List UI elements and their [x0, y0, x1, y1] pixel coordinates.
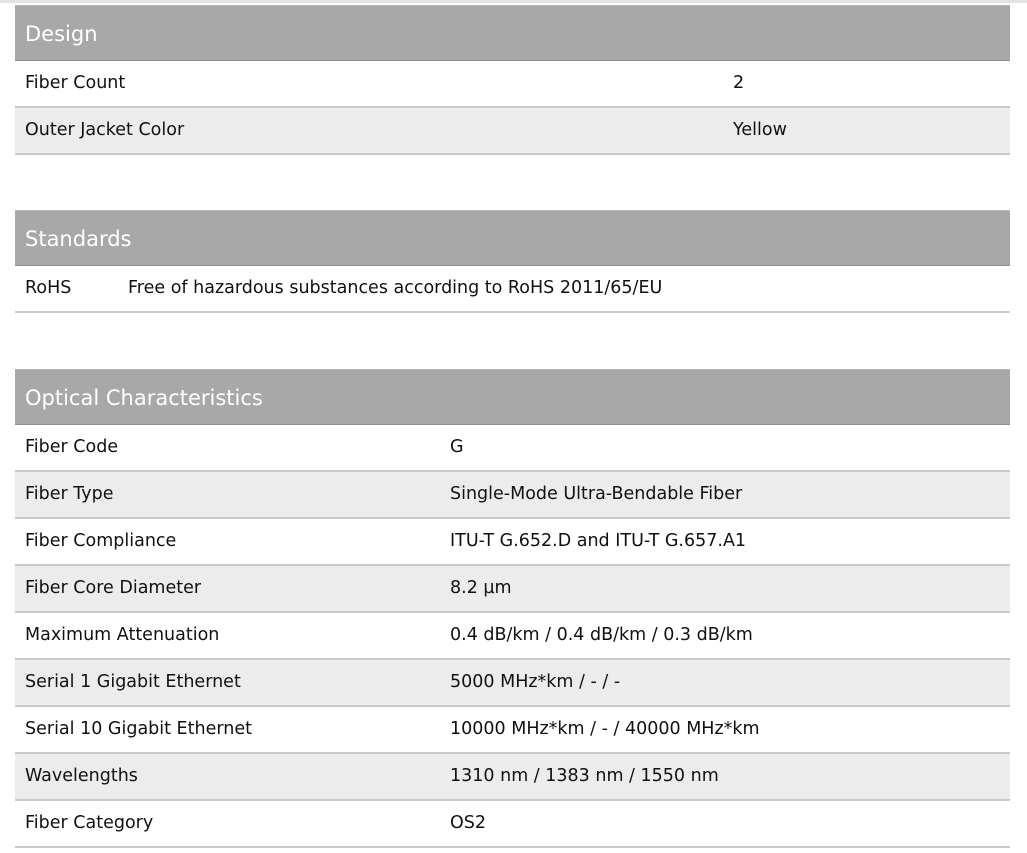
row-value: OS2 — [450, 813, 487, 833]
row-label: Fiber Compliance — [25, 531, 177, 551]
table-row: Fiber Count 2 — [15, 61, 1010, 108]
row-value: Yellow — [733, 120, 787, 140]
row-label: Fiber Count — [25, 73, 126, 93]
row-value: Single-Mode Ultra-Bendable Fiber — [450, 484, 743, 504]
row-value: 8.2 µm — [450, 578, 512, 598]
section-header-optical: Optical Characteristics — [15, 369, 1010, 425]
row-label: Fiber Code — [25, 437, 119, 457]
table-row: Maximum Attenuation 0.4 dB/km / 0.4 dB/k… — [15, 613, 1010, 660]
row-label: Serial 10 Gigabit Ethernet — [25, 719, 252, 739]
row-label: RoHS — [25, 278, 72, 298]
row-label: Outer Jacket Color — [25, 120, 185, 140]
table-row: RoHS Free of hazardous substances accord… — [15, 266, 1010, 313]
section-header-standards: Standards — [15, 210, 1010, 266]
row-value: 5000 MHz*km / - / - — [450, 672, 621, 692]
row-value: ITU-T G.652.D and ITU-T G.657.A1 — [450, 531, 747, 551]
row-label: Maximum Attenuation — [25, 625, 220, 645]
top-divider — [0, 0, 1027, 3]
row-value: Free of hazardous substances according t… — [128, 278, 663, 298]
row-label: Serial 1 Gigabit Ethernet — [25, 672, 241, 692]
row-value: 1310 nm / 1383 nm / 1550 nm — [450, 766, 719, 786]
table-row: Serial 1 Gigabit Ethernet 5000 MHz*km / … — [15, 660, 1010, 707]
optical-characteristics-section: Optical Characteristics Fiber Code G Fib… — [15, 369, 1010, 848]
table-row: Serial 10 Gigabit Ethernet 10000 MHz*km … — [15, 707, 1010, 754]
table-row: Outer Jacket Color Yellow — [15, 108, 1010, 155]
table-row: Fiber Compliance ITU-T G.652.D and ITU-T… — [15, 519, 1010, 566]
row-value: 10000 MHz*km / - / 40000 MHz*km — [450, 719, 760, 739]
section-header-design: Design — [15, 5, 1010, 61]
table-row: Fiber Category OS2 — [15, 801, 1010, 848]
row-value: 2 — [733, 73, 745, 93]
table-row: Fiber Type Single-Mode Ultra-Bendable Fi… — [15, 472, 1010, 519]
table-row: Fiber Core Diameter 8.2 µm — [15, 566, 1010, 613]
standards-section: Standards RoHS Free of hazardous substan… — [15, 210, 1010, 313]
row-value: G — [450, 437, 464, 457]
row-label: Fiber Core Diameter — [25, 578, 202, 598]
row-label: Wavelengths — [25, 766, 138, 786]
row-label: Fiber Type — [25, 484, 114, 504]
row-label: Fiber Category — [25, 813, 154, 833]
design-section: Design Fiber Count 2 Outer Jacket Color … — [15, 5, 1010, 155]
row-value: 0.4 dB/km / 0.4 dB/km / 0.3 dB/km — [450, 625, 753, 645]
table-row: Wavelengths 1310 nm / 1383 nm / 1550 nm — [15, 754, 1010, 801]
table-row: Fiber Code G — [15, 425, 1010, 472]
